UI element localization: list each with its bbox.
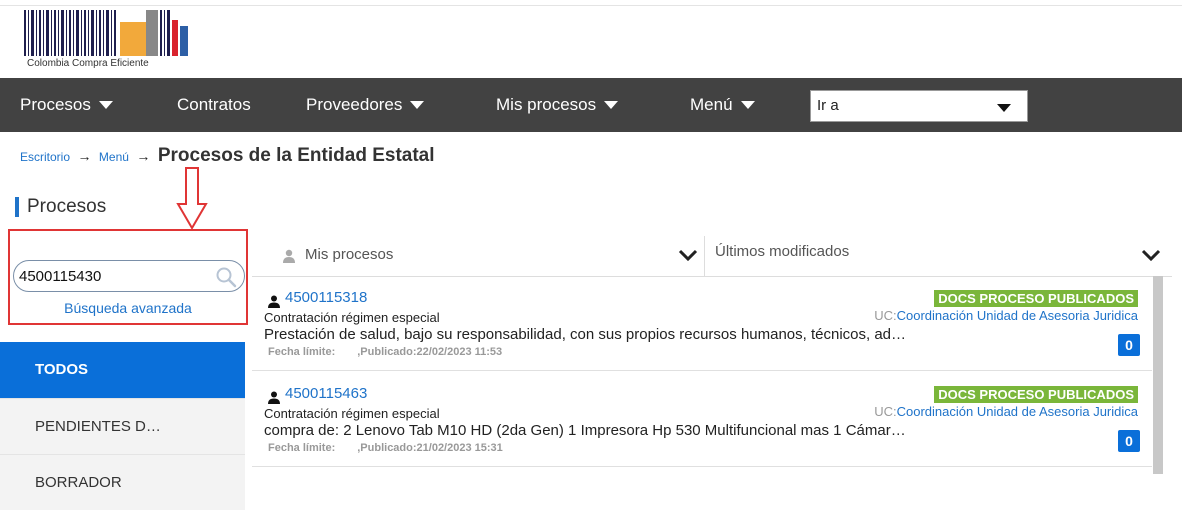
nav-menu[interactable]: Menú [690, 78, 755, 132]
nav-contratos-label: Contratos [177, 95, 251, 114]
process-type: Contratación régimen especial [264, 310, 440, 325]
goto-select-value: Ir a [817, 97, 839, 114]
breadcrumb-menu[interactable]: Menú [99, 150, 129, 164]
section-heading: Procesos [15, 196, 106, 218]
chevron-down-icon [410, 100, 425, 109]
header: Colombia Compra Eficiente [0, 0, 1182, 78]
nav-proveedores-label: Proveedores [306, 95, 403, 114]
advanced-search-link[interactable]: Búsqueda avanzada [8, 300, 248, 316]
list-item[interactable]: 4500115463 DOCS PROCESO PUBLICADOS Contr… [252, 378, 1152, 467]
section-accent-bar [15, 197, 19, 217]
sidebar-item-todos[interactable]: TODOS [0, 342, 245, 398]
process-type: Contratación régimen especial [264, 406, 440, 421]
process-id-link[interactable]: 4500115463 [285, 385, 367, 402]
unidad-compradora: UC:Coordinación Unidad de Asesoria Jurid… [874, 308, 1138, 323]
process-dates: Fecha límite: ,Publicado:22/02/2023 11:53 [268, 346, 502, 358]
nav-procesos[interactable]: Procesos [20, 78, 113, 132]
section-title: Procesos [27, 196, 107, 217]
red-down-arrow-icon [176, 167, 208, 230]
nav-contratos[interactable]: Contratos [177, 78, 251, 132]
chevron-down-icon [604, 100, 619, 109]
user-icon [268, 295, 280, 308]
chevron-down-icon [1141, 249, 1161, 261]
process-dates: Fecha límite: ,Publicado:21/02/2023 15:31 [268, 442, 503, 454]
mis-procesos-filter-label: Mis procesos [305, 246, 394, 263]
uc-prefix: UC: [874, 308, 897, 323]
list-scrollbar[interactable] [1153, 276, 1163, 474]
nav-procesos-label: Procesos [20, 95, 91, 114]
sort-filter[interactable]: Últimos modificados [705, 236, 1172, 276]
published-date: ,Publicado:21/02/2023 15:31 [357, 442, 503, 454]
search-icon[interactable] [214, 265, 238, 289]
mis-procesos-filter[interactable]: Mis procesos [252, 236, 705, 276]
chevron-down-icon [997, 104, 1011, 112]
count-badge[interactable]: 0 [1118, 430, 1140, 452]
user-icon [283, 249, 295, 263]
deadline-label: Fecha límite: [268, 346, 336, 358]
chevron-down-icon [98, 100, 113, 109]
header-divider [0, 5, 1182, 6]
uc-name: Coordinación Unidad de Asesoria Juridica [896, 308, 1138, 323]
process-description: Prestación de salud, bajo su responsabil… [264, 326, 907, 343]
breadcrumb-escritorio[interactable]: Escritorio [20, 150, 70, 164]
arrow-right-icon: → [136, 148, 151, 164]
breadcrumb: Escritorio → Menú → Procesos de la Entid… [20, 145, 435, 167]
list-item[interactable]: 4500115318 DOCS PROCESO PUBLICADOS Contr… [252, 282, 1152, 371]
nav-proveedores[interactable]: Proveedores [306, 78, 425, 132]
status-badge: DOCS PROCESO PUBLICADOS [934, 386, 1138, 403]
arrow-right-icon: → [77, 148, 92, 164]
search-input[interactable]: 4500115430 [13, 260, 245, 292]
filter-bar: Mis procesos Últimos modificados [252, 236, 1172, 277]
status-badge: DOCS PROCESO PUBLICADOS [934, 290, 1138, 307]
process-id-link[interactable]: 4500115318 [285, 289, 367, 306]
chevron-down-icon [678, 249, 698, 261]
page-title: Procesos de la Entidad Estatal [157, 145, 435, 166]
uc-prefix: UC: [874, 404, 897, 419]
uc-name: Coordinación Unidad de Asesoria Juridica [896, 404, 1138, 419]
logo-text: Colombia Compra Eficiente [27, 58, 149, 69]
sort-filter-label: Últimos modificados [715, 243, 850, 260]
deadline-label: Fecha límite: [268, 442, 336, 454]
published-date: ,Publicado:22/02/2023 11:53 [357, 346, 503, 358]
count-badge[interactable]: 0 [1118, 334, 1140, 356]
unidad-compradora: UC:Coordinación Unidad de Asesoria Jurid… [874, 404, 1138, 419]
nav-mis-procesos-label: Mis procesos [496, 95, 597, 114]
process-description: compra de: 2 Lenovo Tab M10 HD (2da Gen)… [264, 422, 906, 439]
nav-mis-procesos[interactable]: Mis procesos [496, 78, 619, 132]
chevron-down-icon [740, 100, 755, 109]
sidebar-item-borrador[interactable]: BORRADOR [0, 454, 245, 510]
search-input-value: 4500115430 [19, 268, 102, 285]
user-icon [268, 391, 280, 404]
nav-menu-label: Menú [690, 95, 733, 114]
goto-select[interactable]: Ir a [810, 90, 1028, 122]
sidebar-item-pendientes[interactable]: PENDIENTES D… [0, 398, 245, 454]
